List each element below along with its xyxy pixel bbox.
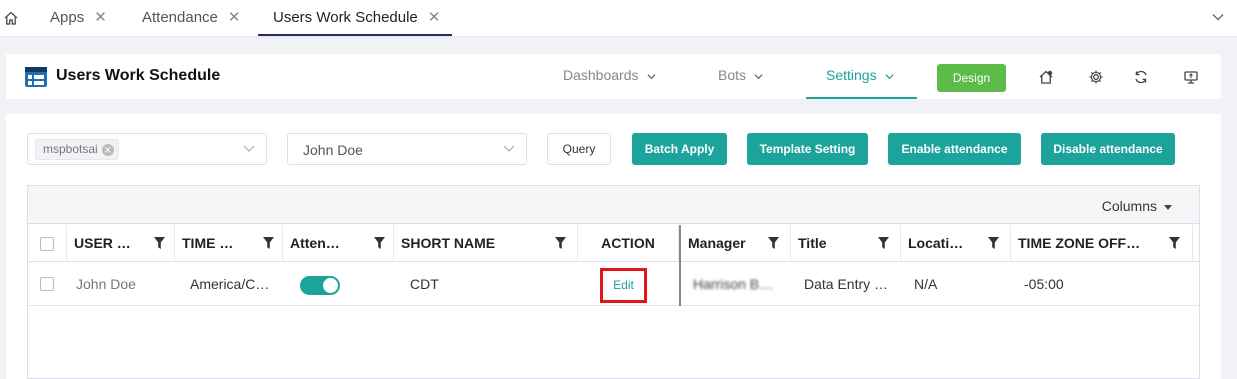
tab-bar: Apps ✕ Attendance ✕ Users Work Schedule ✕ — [0, 0, 1237, 37]
column-title: Manager — [688, 235, 746, 251]
select-all-checkbox[interactable] — [40, 237, 54, 251]
attendance-toggle[interactable] — [300, 276, 340, 295]
user-select-value: John Doe — [303, 142, 363, 158]
toggle-knob — [323, 278, 338, 293]
nav-label: Settings — [826, 67, 877, 83]
close-icon[interactable]: ✕ — [228, 9, 241, 26]
caret-down-icon — [1164, 204, 1172, 210]
col-title[interactable]: Title — [791, 225, 901, 262]
design-button[interactable]: Design — [937, 64, 1006, 92]
column-title: Atten… — [290, 235, 340, 251]
cell-short-name: CDT — [410, 276, 439, 292]
filter-icon[interactable] — [878, 237, 889, 249]
page-title: Users Work Schedule — [56, 67, 221, 84]
fixed-column-divider — [679, 225, 681, 306]
tag-label: mspbotsai — [43, 142, 98, 156]
tab-label: Apps — [50, 9, 85, 26]
columns-button[interactable]: Columns — [1102, 198, 1172, 214]
columns-label: Columns — [1101, 198, 1157, 214]
col-time[interactable]: TIME … — [175, 225, 283, 262]
filter-icon[interactable] — [1169, 237, 1180, 249]
chevron-down-icon — [885, 74, 894, 79]
tab-users-work-schedule[interactable]: Users Work Schedule ✕ — [258, 0, 452, 36]
column-title: TIME … — [182, 235, 234, 251]
cell-manager: Harrison B… — [693, 276, 774, 292]
table-row: John Doe America/C… CDT Edit Harrison B…… — [28, 263, 1199, 306]
close-icon[interactable]: ✕ — [428, 9, 441, 26]
chevron-down-icon — [646, 74, 656, 79]
col-short-name[interactable]: SHORT NAME — [394, 225, 578, 262]
close-icon[interactable]: ✕ — [101, 143, 114, 156]
selected-tag: mspbotsai ✕ — [35, 139, 119, 160]
nav-dashboards[interactable]: Dashboards — [563, 54, 656, 99]
cell-user: John Doe — [76, 276, 136, 292]
filter-icon[interactable] — [768, 237, 779, 249]
filter-icon[interactable] — [154, 237, 165, 249]
cell-location: N/A — [914, 276, 938, 292]
chevron-down-icon — [754, 74, 763, 79]
filter-icon[interactable] — [555, 237, 566, 249]
filter-icon[interactable] — [988, 237, 999, 249]
nav-label: Bots — [718, 67, 747, 83]
column-title: USER … — [74, 235, 131, 251]
cell-time-zone-offset: -05:00 — [1024, 276, 1064, 292]
template-setting-button[interactable]: Template Setting — [747, 133, 868, 165]
select-all-cell — [28, 225, 67, 262]
cell-time: America/C… — [190, 276, 270, 292]
disable-attendance-button[interactable]: Disable attendance — [1041, 133, 1175, 165]
gear-icon[interactable] — [1088, 69, 1104, 85]
filter-icon[interactable] — [263, 237, 274, 249]
user-select[interactable]: John Doe — [287, 133, 527, 165]
column-title: Title — [798, 235, 827, 251]
column-title: ACTION — [601, 235, 655, 251]
col-user[interactable]: USER … — [67, 225, 175, 262]
col-time-zone-offset[interactable]: TIME ZONE OFF… — [1011, 225, 1193, 262]
home-settings-icon[interactable] — [1038, 69, 1054, 85]
col-manager[interactable]: Manager — [681, 225, 791, 262]
table-header: USER … TIME … Atten… SHORT NAME ACTION M… — [28, 225, 1199, 262]
column-title: SHORT NAME — [401, 235, 496, 251]
chevron-down-icon[interactable] — [1211, 10, 1225, 24]
monitor-icon[interactable] — [1183, 69, 1199, 85]
tab-apps[interactable]: Apps ✕ — [50, 0, 107, 36]
home-icon[interactable] — [3, 10, 19, 26]
nav-settings[interactable]: Settings — [806, 54, 917, 99]
close-icon[interactable]: ✕ — [94, 9, 107, 26]
table-app-icon — [25, 67, 47, 87]
tab-label: Users Work Schedule — [273, 9, 418, 26]
table-toolbar: Columns — [28, 186, 1199, 224]
column-title: Locati… — [908, 235, 964, 251]
col-attendance[interactable]: Atten… — [283, 225, 394, 262]
schedule-table: Columns USER … TIME … Atten… SHORT NAME — [27, 185, 1200, 379]
chevron-down-icon — [503, 145, 515, 152]
tab-attendance[interactable]: Attendance ✕ — [142, 0, 240, 36]
nav-bots[interactable]: Bots — [718, 54, 763, 99]
enable-attendance-button[interactable]: Enable attendance — [888, 133, 1021, 165]
column-title: TIME ZONE OFF… — [1018, 235, 1141, 251]
tab-label: Attendance — [142, 9, 218, 26]
nav-label: Dashboards — [563, 67, 639, 83]
batch-apply-button[interactable]: Batch Apply — [632, 133, 727, 165]
tenant-select[interactable]: mspbotsai ✕ — [27, 133, 267, 165]
filter-icon[interactable] — [374, 237, 385, 249]
col-action: ACTION — [578, 225, 679, 262]
row-checkbox[interactable] — [40, 277, 54, 291]
page-header: Users Work Schedule Dashboards Bots Sett… — [6, 54, 1221, 99]
query-button[interactable]: Query — [547, 133, 611, 165]
chevron-down-icon — [243, 145, 255, 152]
main-panel: mspbotsai ✕ John Doe Query Batch Apply Te… — [6, 114, 1221, 379]
col-location[interactable]: Locati… — [901, 225, 1011, 262]
cell-title: Data Entry … — [804, 276, 889, 292]
refresh-icon[interactable] — [1133, 69, 1149, 85]
edit-link[interactable]: Edit — [600, 268, 647, 303]
